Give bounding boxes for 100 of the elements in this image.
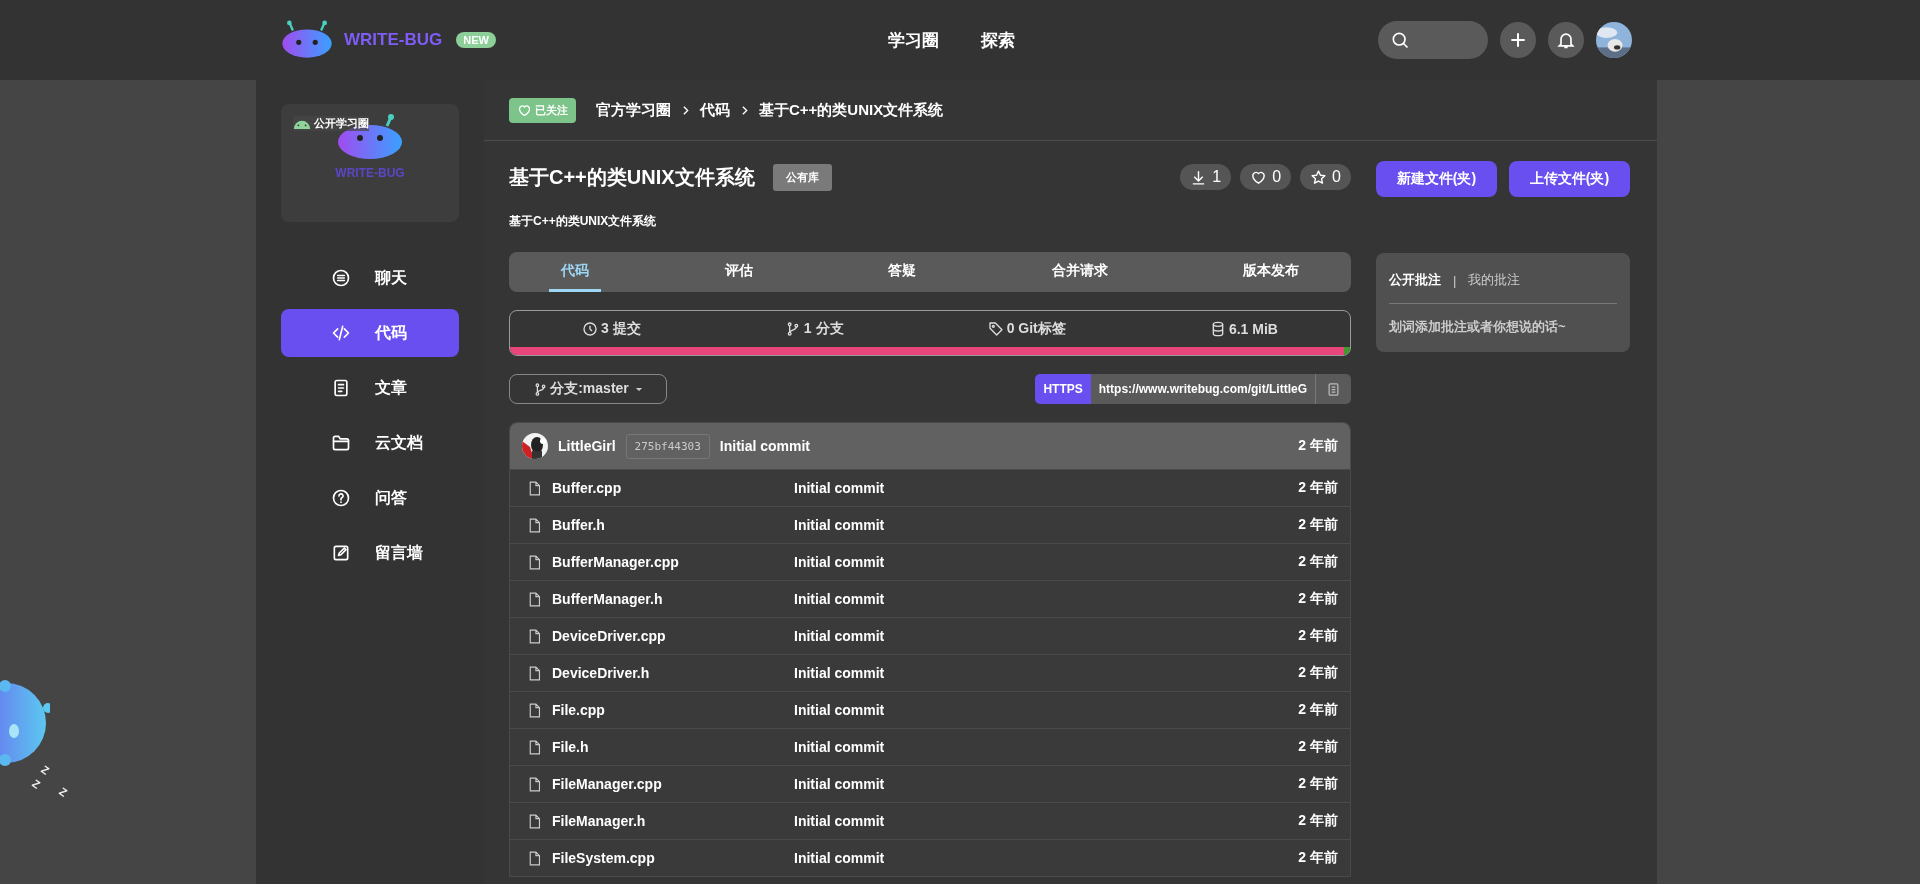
stat-link[interactable]: 1 分支: [784, 320, 844, 338]
protocol-label[interactable]: HTTPS: [1035, 374, 1091, 404]
file-name[interactable]: BufferManager.h: [552, 591, 794, 607]
robot-logo-icon[interactable]: [280, 20, 334, 60]
visibility-badge: 公有库: [772, 163, 832, 191]
stat-link[interactable]: 6.1 MiB: [1209, 321, 1278, 337]
nav-link[interactable]: 学习圈: [888, 28, 939, 52]
upload-file-button[interactable]: 上传文件(夹): [1509, 161, 1630, 197]
commit-message[interactable]: Initial commit: [794, 776, 885, 792]
tab-separator: |: [1453, 272, 1457, 288]
commit-message[interactable]: Initial commit: [794, 850, 885, 866]
document-icon: [331, 378, 351, 398]
heart-icon: [517, 102, 532, 118]
edit-icon: [331, 543, 351, 563]
file-name[interactable]: File.cpp: [552, 702, 794, 718]
plus-icon: [1508, 30, 1528, 50]
file-name[interactable]: File.h: [552, 739, 794, 755]
clock-icon: [582, 321, 599, 337]
file-name[interactable]: BufferManager.cpp: [552, 554, 794, 570]
file-row[interactable]: FileManager.cpp Initial commit 2 年前: [510, 765, 1350, 802]
caret-icon: [634, 386, 643, 392]
repo-description: 基于C++的类UNIX文件系统: [509, 213, 658, 230]
star-count-button[interactable]: 0: [1300, 164, 1351, 190]
commit-message[interactable]: Initial commit: [794, 813, 885, 829]
file-row[interactable]: File.h Initial commit 2 年前: [510, 728, 1350, 765]
folder-icon: [331, 433, 351, 453]
commit-time: 2 年前: [1298, 516, 1338, 534]
file-row[interactable]: File.cpp Initial commit 2 年前: [510, 691, 1350, 728]
file-name[interactable]: FileSystem.cpp: [552, 850, 794, 866]
sidebar-item[interactable]: 代码: [281, 309, 459, 357]
commit-message[interactable]: Initial commit: [794, 517, 885, 533]
notification-button[interactable]: [1548, 22, 1584, 58]
add-button[interactable]: [1500, 22, 1536, 58]
file-row[interactable]: BufferManager.cpp Initial commit 2 年前: [510, 543, 1350, 580]
question-icon: [331, 488, 351, 508]
tab[interactable]: 版本发布: [1231, 252, 1311, 292]
commit-message[interactable]: Initial commit: [794, 665, 885, 681]
sidebar-item[interactable]: 云文档: [281, 419, 459, 467]
chat-icon: [331, 268, 351, 288]
tab[interactable]: 评估: [712, 252, 765, 292]
file-name[interactable]: Buffer.h: [552, 517, 794, 533]
commit-message[interactable]: Initial commit: [794, 628, 885, 644]
copy-button[interactable]: [1315, 374, 1351, 404]
commit-time: 2 年前: [1298, 812, 1338, 830]
commit-message[interactable]: Initial commit: [794, 591, 885, 607]
annotation-tab[interactable]: 我的批注: [1468, 271, 1521, 289]
search-field[interactable]: [1378, 21, 1488, 59]
file-row[interactable]: DeviceDriver.h Initial commit 2 年前: [510, 654, 1350, 691]
stat-link[interactable]: 3 提交: [582, 320, 641, 338]
commit-message[interactable]: Initial commit: [794, 702, 885, 718]
new-badge: NEW: [456, 32, 496, 48]
commit-time: 2 年前: [1298, 664, 1338, 682]
tab[interactable]: 答疑: [876, 252, 928, 292]
file-name[interactable]: FileManager.h: [552, 813, 794, 829]
commit-time: 2 年前: [1298, 479, 1338, 497]
breadcrumb-link[interactable]: 官方学习圈: [596, 100, 671, 120]
robot-logo-icon: [335, 114, 405, 160]
commit-hash[interactable]: 275bf44303: [625, 433, 710, 459]
sidebar-item[interactable]: 留言墙: [281, 529, 459, 577]
search-icon: [1390, 30, 1410, 50]
file-row[interactable]: DeviceDriver.cpp Initial commit 2 年前: [510, 617, 1350, 654]
annotation-input[interactable]: 划词添加批注或者你想说的话~: [1389, 318, 1617, 336]
annotation-tab[interactable]: 公开批注: [1389, 271, 1441, 289]
commit-message[interactable]: Initial commit: [794, 480, 885, 496]
file-name[interactable]: FileManager.cpp: [552, 776, 794, 792]
commit-time: 2 年前: [1298, 553, 1338, 571]
sidebar-item[interactable]: 文章: [281, 364, 459, 412]
nav-link[interactable]: 探索: [981, 28, 1015, 52]
new-file-button[interactable]: 新建文件(夹): [1376, 161, 1497, 197]
commit-author[interactable]: LittleGirl: [558, 438, 616, 454]
commit-message[interactable]: Initial commit: [719, 438, 811, 454]
tab[interactable]: 合并请求: [1039, 252, 1120, 292]
robot-icon: [293, 118, 311, 129]
file-row[interactable]: Buffer.cpp Initial commit 2 年前: [510, 469, 1350, 506]
file-name[interactable]: Buffer.cpp: [552, 480, 794, 496]
heart-count-button[interactable]: 0: [1240, 164, 1292, 190]
sleeping-mascot-drawing[interactable]: Z Z Z: [0, 668, 80, 798]
sidebar-item[interactable]: 问答: [281, 474, 459, 522]
star-icon: [1310, 168, 1328, 186]
clone-url-field[interactable]: https://www.writebug.com/git/LittleG: [1090, 374, 1315, 404]
sidebar-item[interactable]: 聊天: [281, 254, 459, 302]
breadcrumb-link[interactable]: 代码: [700, 100, 730, 120]
circle-cover[interactable]: 公开学习圈 WRITE-BUG: [281, 104, 459, 222]
file-row[interactable]: FileSystem.cpp Initial commit 2 年前: [510, 839, 1350, 876]
file-row[interactable]: Buffer.h Initial commit 2 年前: [510, 506, 1350, 543]
commit-message[interactable]: Initial commit: [794, 739, 885, 755]
file-row[interactable]: BufferManager.h Initial commit 2 年前: [510, 580, 1350, 617]
tab[interactable]: 代码: [549, 252, 601, 292]
stat-link[interactable]: 0 Git标签: [987, 320, 1066, 338]
branch-dropdown[interactable]: 分支:master: [509, 374, 667, 404]
breadcrumb-link[interactable]: 基于C++的类UNIX文件系统: [759, 100, 944, 120]
clipboard-icon: [1326, 381, 1341, 397]
file-name[interactable]: DeviceDriver.h: [552, 665, 794, 681]
commit-time: 2 年前: [1298, 701, 1338, 719]
commit-time: 2 年前: [1298, 849, 1338, 867]
commit-message[interactable]: Initial commit: [794, 554, 885, 570]
download-count-button[interactable]: 1: [1180, 164, 1232, 190]
repo-title: 基于C++的类UNIX文件系统: [509, 164, 755, 190]
file-row[interactable]: FileManager.h Initial commit 2 年前: [510, 802, 1350, 839]
file-name[interactable]: DeviceDriver.cpp: [552, 628, 794, 644]
